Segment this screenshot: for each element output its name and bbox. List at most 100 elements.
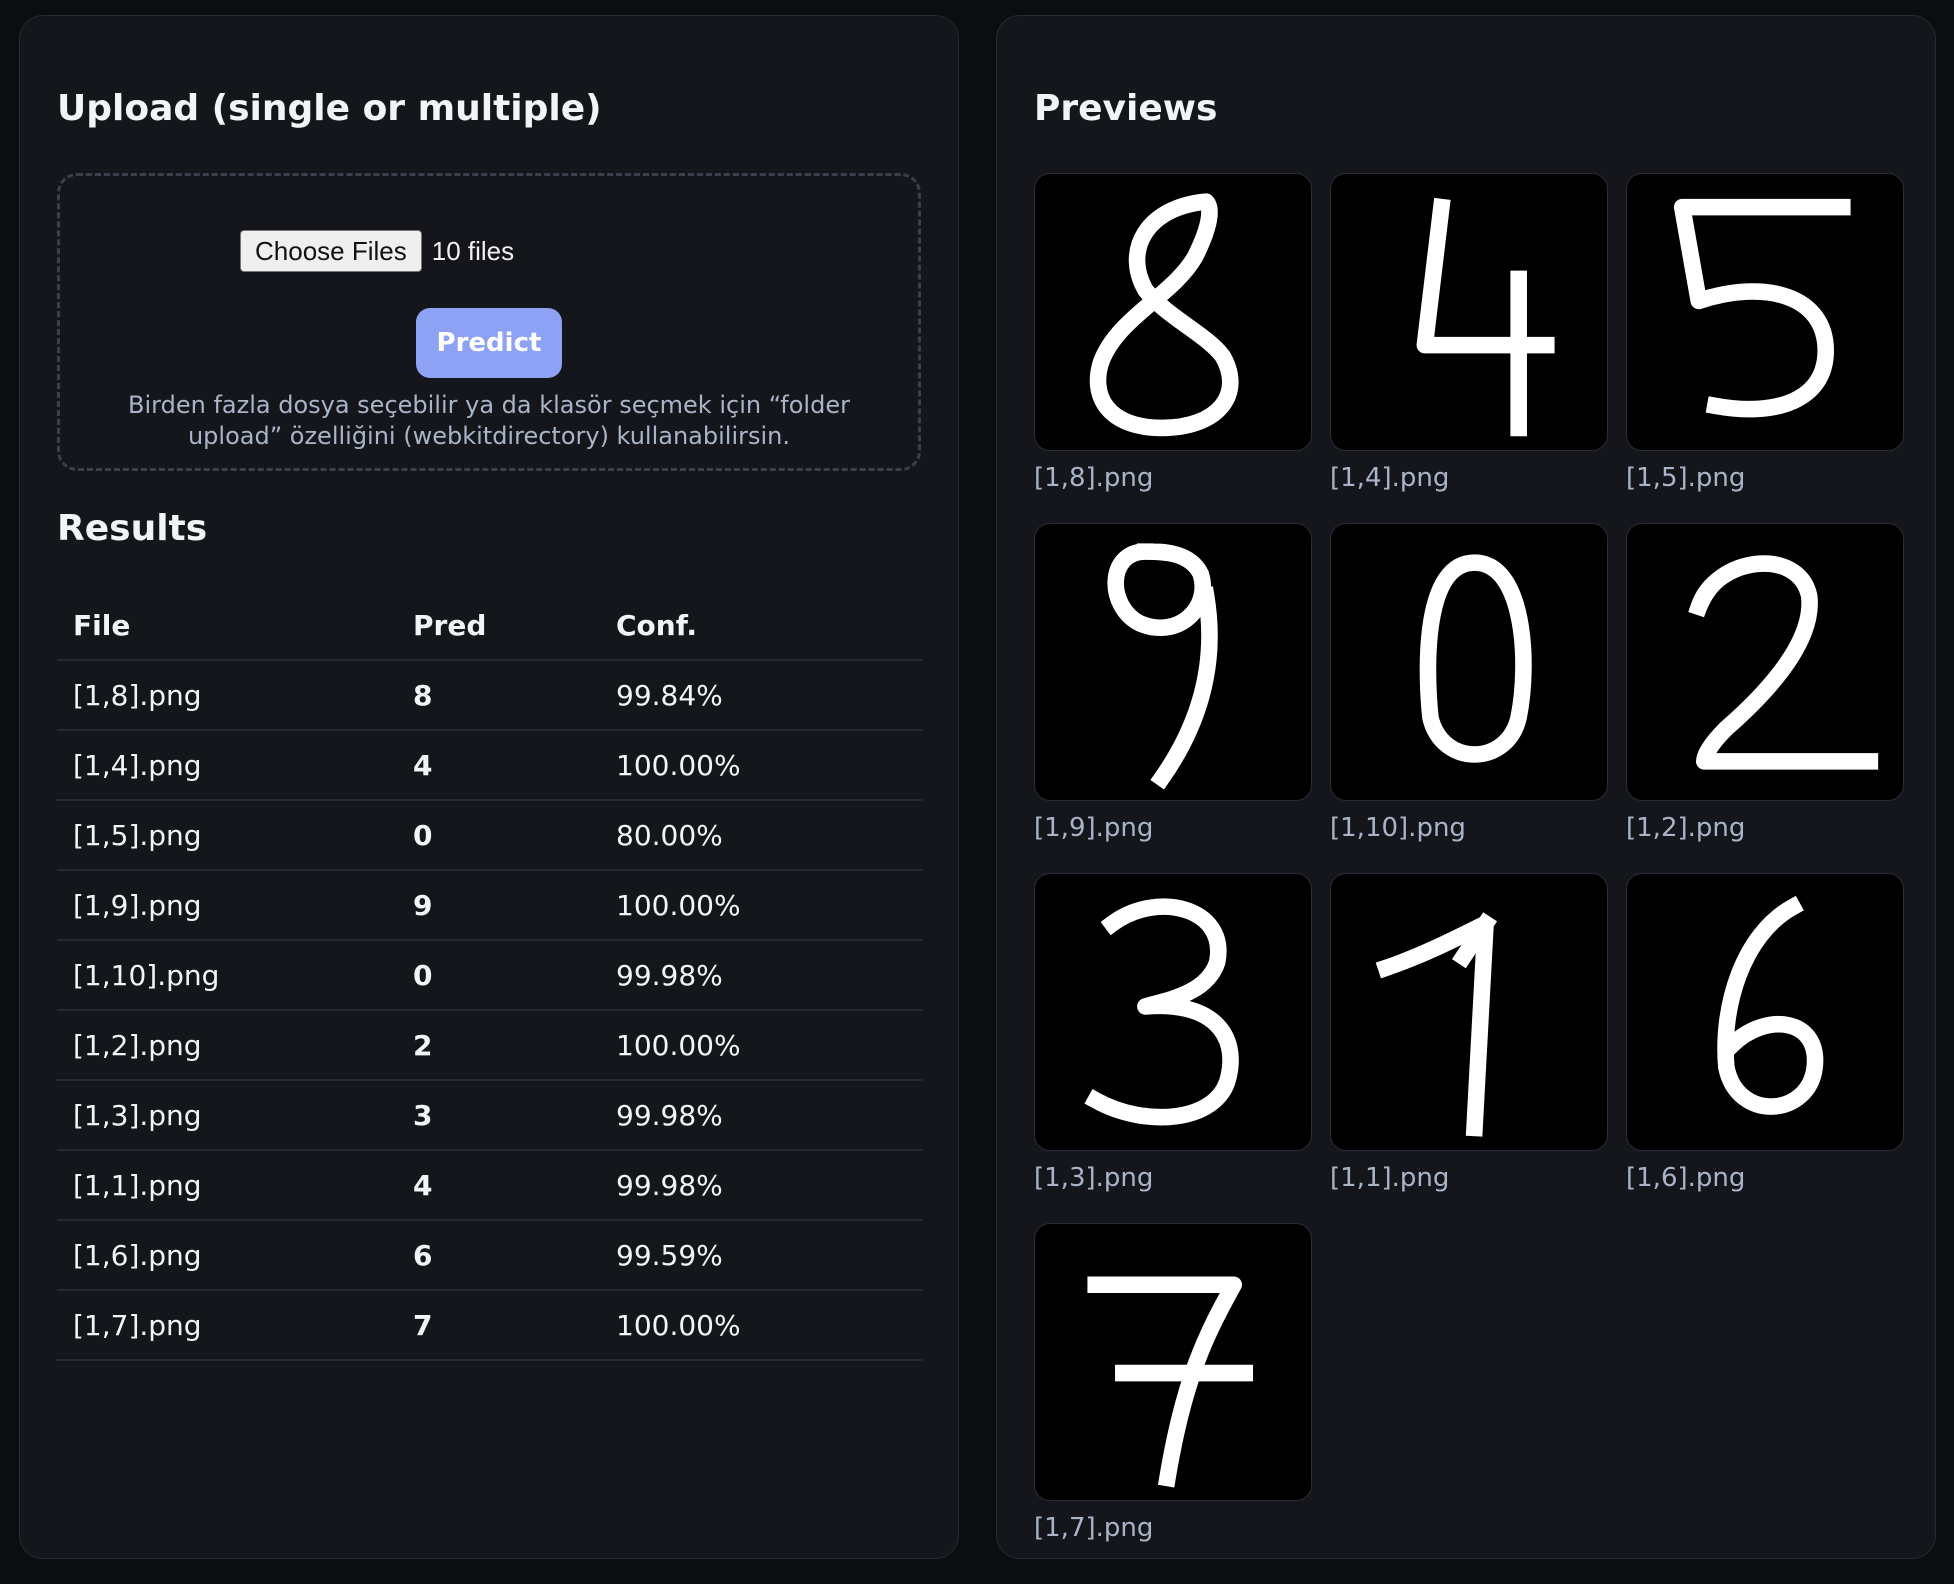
cell-pred: 8 (397, 660, 600, 731)
file-input[interactable]: Choose Files 10 files (240, 230, 514, 272)
file-count-label: 10 files (431, 235, 515, 266)
preview-image (1330, 523, 1608, 801)
table-row: [1,1].png 4 99.98% (57, 1150, 923, 1221)
previews-title: Previews (1034, 88, 1218, 129)
digit-stroke (1087, 1276, 1254, 1488)
cell-conf: 99.98% (600, 1150, 923, 1221)
cell-file: [1,5].png (57, 800, 397, 871)
digit-drawing (1089, 193, 1239, 437)
upload-dropzone[interactable]: Choose Files 10 files Predict Birden faz… (57, 173, 921, 471)
column-header-conf: Conf. (600, 591, 923, 661)
digit-drawing (1416, 197, 1555, 437)
preview-caption: [1,8].png (1034, 463, 1154, 493)
cell-file: [1,7].png (57, 1290, 397, 1361)
preview-card: [1,9].png (1034, 523, 1312, 855)
preview-image (1626, 873, 1904, 1151)
cell-file: [1,1].png (57, 1150, 397, 1221)
column-header-file: File (57, 591, 397, 661)
preview-grid: [1,8].png [1,4].png [1,5].png [1,9].png [1,1… (1034, 173, 1904, 1555)
digit-drawing (1673, 198, 1851, 418)
cell-conf: 99.98% (600, 1080, 923, 1151)
table-row: [1,8].png 8 99.84% (57, 660, 923, 731)
digit-drawing (1419, 554, 1532, 763)
cell-file: [1,4].png (57, 730, 397, 801)
predict-button[interactable]: Predict (416, 308, 562, 378)
preview-caption: [1,5].png (1626, 463, 1746, 493)
cell-conf: 100.00% (600, 1010, 923, 1081)
table-row: [1,4].png 4 100.00% (57, 730, 923, 801)
preview-card: [1,2].png (1626, 523, 1904, 855)
cell-pred: 4 (397, 1150, 600, 1221)
preview-card: [1,3].png (1034, 873, 1312, 1205)
cell-pred: 7 (397, 1290, 600, 1361)
digit-drawing (1087, 1276, 1254, 1488)
digit-drawing (1375, 912, 1498, 1137)
cell-pred: 0 (397, 800, 600, 871)
table-row: [1,5].png 0 80.00% (57, 800, 923, 871)
cell-conf: 99.59% (600, 1220, 923, 1291)
choose-files-button[interactable]: Choose Files (240, 230, 422, 272)
preview-caption: [1,1].png (1330, 1163, 1450, 1193)
preview-card: [1,4].png (1330, 173, 1608, 505)
preview-card: [1,1].png (1330, 873, 1608, 1205)
digit-drawing (1688, 555, 1879, 770)
cell-pred: 6 (397, 1220, 600, 1291)
cell-file: [1,9].png (57, 870, 397, 941)
results-table: File Pred Conf. [1,8].png 8 99.84% [1,4].pn… (57, 591, 923, 1361)
cell-conf: 100.00% (600, 870, 923, 941)
preview-image (1034, 523, 1312, 801)
cell-conf: 80.00% (600, 800, 923, 871)
upload-hint: Birden fazla dosya seçebilir ya da klasö… (128, 391, 850, 450)
preview-caption: [1,4].png (1330, 463, 1450, 493)
table-row: [1,7].png 7 100.00% (57, 1290, 923, 1361)
preview-caption: [1,2].png (1626, 813, 1746, 843)
digit-stroke (1084, 898, 1239, 1126)
preview-card: [1,8].png (1034, 173, 1312, 505)
table-row: [1,10].png 0 99.98% (57, 940, 923, 1011)
cell-file: [1,8].png (57, 660, 397, 731)
digit-stroke (1375, 912, 1498, 1137)
digit-stroke (1416, 197, 1555, 437)
preview-image (1330, 173, 1608, 451)
cell-conf: 99.84% (600, 660, 923, 731)
cell-pred: 3 (397, 1080, 600, 1151)
digit-drawing (1084, 898, 1239, 1126)
cell-conf: 100.00% (600, 730, 923, 801)
cell-conf: 99.98% (600, 940, 923, 1011)
preview-image (1034, 873, 1312, 1151)
preview-caption: [1,10].png (1330, 813, 1466, 843)
table-row: [1,3].png 3 99.98% (57, 1080, 923, 1151)
table-row: [1,9].png 9 100.00% (57, 870, 923, 941)
preview-caption: [1,9].png (1034, 813, 1154, 843)
preview-caption: [1,6].png (1626, 1163, 1746, 1193)
table-row: [1,6].png 6 99.59% (57, 1220, 923, 1291)
table-row: [1,2].png 2 100.00% (57, 1010, 923, 1081)
previews-panel: Previews [1,8].png [1,4].png [1,5].png [1,9… (996, 15, 1936, 1559)
upload-title: Upload (single or multiple) (57, 88, 602, 129)
preview-card: [1,6].png (1626, 873, 1904, 1205)
digit-stroke (1688, 555, 1879, 770)
preview-image (1034, 1223, 1312, 1501)
digit-drawing (1107, 543, 1218, 790)
cell-pred: 9 (397, 870, 600, 941)
upload-panel: Upload (single or multiple) Choose Files… (19, 15, 959, 1559)
digit-stroke (1107, 543, 1218, 790)
cell-file: [1,6].png (57, 1220, 397, 1291)
preview-image (1034, 173, 1312, 451)
digit-stroke (1419, 554, 1532, 763)
digit-stroke (1089, 193, 1239, 437)
cell-file: [1,10].png (57, 940, 397, 1011)
digit-stroke (1673, 198, 1851, 418)
preview-caption: [1,3].png (1034, 1163, 1154, 1193)
results-title: Results (57, 508, 208, 549)
cell-conf: 100.00% (600, 1290, 923, 1361)
preview-card: [1,10].png (1330, 523, 1608, 855)
digit-drawing (1717, 895, 1824, 1115)
preview-image (1626, 523, 1904, 801)
preview-card: [1,5].png (1626, 173, 1904, 505)
cell-pred: 4 (397, 730, 600, 801)
results-header-row: File Pred Conf. (57, 591, 923, 661)
cell-file: [1,3].png (57, 1080, 397, 1151)
column-header-pred: Pred (397, 591, 600, 661)
preview-caption: [1,7].png (1034, 1513, 1154, 1543)
